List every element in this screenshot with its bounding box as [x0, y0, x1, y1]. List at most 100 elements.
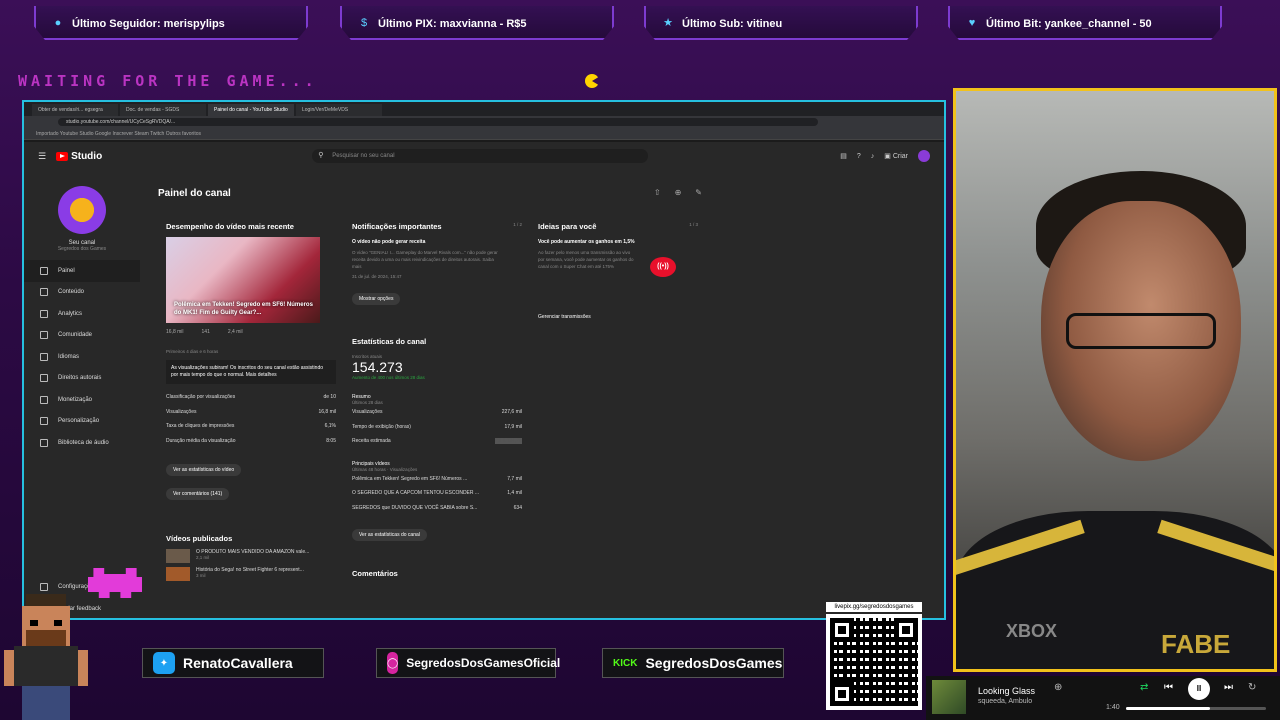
- video-thumbnail[interactable]: Polêmica em Tekken! Segredo em SF6! Núme…: [166, 237, 320, 323]
- sidebar-item-comunidade[interactable]: Comunidade: [24, 325, 140, 347]
- social-instagram[interactable]: ◯ SegredosDosGamesOficial: [376, 648, 560, 678]
- shuffle-icon[interactable]: ⇄: [1140, 682, 1148, 693]
- upload-icon[interactable]: ⇧: [654, 188, 661, 197]
- browser-tab[interactable]: Login/Ver/DeMeVDS: [296, 104, 382, 116]
- diamond-icon: ♥: [968, 17, 976, 29]
- social-twitter[interactable]: ✦ RenatoCavallera: [142, 648, 324, 678]
- sidebar-item-label: Direitos autorais: [58, 375, 102, 382]
- video-meta: 3 mil: [196, 573, 206, 578]
- video-performance-card: Desempenho do vídeo mais recente Polêmic…: [166, 222, 336, 618]
- notification-date: 31 de jul. de 2024, 15:47: [352, 274, 402, 279]
- create-button[interactable]: ▣ Criar: [884, 152, 908, 160]
- summary-row: Receita estimada R$ 1.181,76: [352, 434, 522, 449]
- perf-row: Taxa de cliques de impressões 6,1%: [166, 419, 336, 434]
- summary-row: Visualizações 227,6 mil: [352, 405, 522, 420]
- live-broadcast-icon: ((•)): [640, 249, 688, 295]
- sidebar-item-monetizacao[interactable]: Monetização: [24, 389, 140, 411]
- qr-finder: [894, 618, 918, 642]
- browser-tab-active[interactable]: Painel do canal - YouTube Studio: [208, 104, 294, 116]
- top-video-row[interactable]: Polêmica em Tekken! Segredo em SF6! Núme…: [352, 472, 522, 487]
- social-kick[interactable]: KICK SegredosDosGames: [602, 648, 784, 678]
- elapsed-time: 1:40: [1106, 704, 1120, 711]
- notifications-card: Notificações importantes 1 / 2 O vídeo n…: [352, 222, 522, 618]
- list-item[interactable]: O PRODUTO MAIS VENDIDO DA AMAZON vale...…: [166, 549, 336, 563]
- video-analytics-button[interactable]: Ver as estatísticas do vídeo: [166, 464, 242, 476]
- row-key: Receita estimada: [352, 438, 391, 445]
- youtube-play-icon: [56, 151, 69, 161]
- live-icon[interactable]: ⊕: [675, 188, 682, 197]
- kick-icon: KICK: [613, 652, 638, 674]
- channel-analytics-button[interactable]: Ver as estatísticas do canal: [352, 529, 427, 541]
- row-key: Polêmica em Tekken! Segredo em SF6! Núme…: [352, 475, 468, 482]
- view-comments-button[interactable]: Ver comentários (141): [166, 488, 230, 500]
- progress-bar[interactable]: [1126, 707, 1266, 710]
- page-title: Painel do canal: [158, 188, 231, 199]
- video-meta: 2,1 mil: [196, 555, 210, 560]
- song-title: Looking Glass: [978, 686, 1036, 696]
- pager[interactable]: 1 / 2: [513, 222, 522, 231]
- account-avatar[interactable]: [918, 150, 930, 162]
- show-options-button[interactable]: Mostrar opções: [352, 293, 401, 305]
- twitter-icon: ✦: [153, 652, 175, 674]
- instagram-icon: ◯: [387, 652, 399, 674]
- video-title: O PRODUTO MAIS VENDIDO DA AMAZON vale...: [196, 549, 310, 555]
- video-quick-stats: 16,8 mil 141 2,4 mil: [166, 329, 336, 335]
- manage-streams-button[interactable]: Gerenciar transmissões: [538, 311, 598, 323]
- notification-body: O vídeo "GENIAL! I... Gameplay do Marvel…: [352, 250, 498, 269]
- bookmarks-bar[interactable]: Importado Youtube Studio Google Inscreve…: [24, 128, 944, 140]
- comments-stat: 141: [201, 329, 210, 335]
- social-handle: SegredosDosGames: [645, 655, 783, 671]
- row-key: Visualizações: [166, 408, 197, 415]
- song-artist: squeeda, Ambulo: [978, 698, 1033, 705]
- studio-logo[interactable]: Studio: [56, 151, 102, 162]
- notifications-bell-icon[interactable]: ♪: [871, 153, 875, 160]
- perf-row: Duração média da visualização 8:05: [166, 434, 336, 449]
- sidebar-item-painel[interactable]: Painel: [24, 260, 140, 282]
- repeat-icon[interactable]: ↻: [1248, 682, 1256, 693]
- content-icon: [40, 288, 48, 297]
- sidebar-item-direitos[interactable]: Direitos autorais: [24, 368, 140, 390]
- sidebar-item-personalizacao[interactable]: Personalização: [24, 411, 140, 433]
- hamburger-menu-icon[interactable]: ☰: [38, 151, 46, 162]
- sidebar-item-label: Personalização: [58, 418, 100, 425]
- sidebar-item-label: Comunidade: [58, 332, 93, 339]
- progress-fill: [1126, 707, 1210, 710]
- edit-icon[interactable]: ✎: [695, 188, 702, 197]
- audio-library-icon: [40, 438, 48, 447]
- sidebar-item-label: Conteúdo: [58, 289, 85, 296]
- perf-alert[interactable]: As visualizações subiram! Os inscritos d…: [166, 360, 336, 384]
- sidebar-item-biblioteca[interactable]: Biblioteca de áudio: [24, 432, 140, 454]
- social-handle: RenatoCavallera: [183, 655, 293, 671]
- pixel-avatar: [4, 594, 88, 720]
- sidebar-item-label: Painel: [58, 267, 75, 274]
- add-icon[interactable]: ⊕: [1054, 682, 1062, 693]
- help-icon[interactable]: ?: [857, 153, 861, 160]
- pager[interactable]: 1 / 3: [689, 222, 698, 231]
- search-placeholder: Pesquisar no seu canal: [332, 153, 395, 159]
- ideas-card: Ideias para você 1 / 3 Você pode aumenta…: [538, 222, 698, 342]
- top-video-row[interactable]: SEGREDOS que DUVIDO QUE VOCÊ SABIA sobre…: [352, 501, 522, 516]
- pause-button[interactable]: II: [1188, 678, 1210, 700]
- previous-icon[interactable]: ⏮: [1164, 682, 1173, 693]
- address-bar[interactable]: studio.youtube.com/channel/UCyCeSgRVDQA/…: [58, 118, 818, 126]
- video-title: Polêmica em Tekken! Segredo em SF6! Núme…: [174, 302, 313, 316]
- qr-code: [826, 614, 922, 710]
- subtitles-icon[interactable]: ▤: [840, 152, 847, 160]
- sidebar-item-analytics[interactable]: Analytics: [24, 303, 140, 325]
- top-video-row[interactable]: O SEGREDO QUE A CAPCOM TENTOU ESCONDER .…: [352, 486, 522, 501]
- sidebar-item-idiomas[interactable]: Idiomas: [24, 346, 140, 368]
- browser-tab[interactable]: Doc. de vendas - SGDS: [120, 104, 206, 116]
- list-item[interactable]: História do Sega! no Street Fighter 6 re…: [166, 567, 336, 581]
- next-icon[interactable]: ⏭: [1224, 682, 1233, 693]
- channel-avatar[interactable]: [58, 186, 106, 234]
- search-input[interactable]: ⚲ Pesquisar no seu canal: [312, 149, 649, 163]
- gear-icon: [40, 582, 48, 591]
- browser-tab[interactable]: Obter de vendas/ri... egsegra: [32, 104, 118, 116]
- album-art: [932, 680, 966, 714]
- search-icon: ⚲: [318, 152, 324, 159]
- last-bit-panel: ♥ Último Bit: yankee_channel - 50: [948, 6, 1222, 40]
- sidebar-item-conteudo[interactable]: Conteúdo: [24, 282, 140, 304]
- address-bar-row: studio.youtube.com/channel/UCyCeSgRVDQA/…: [24, 116, 944, 128]
- qr-pattern: [830, 618, 918, 706]
- row-value: de 10: [323, 394, 336, 401]
